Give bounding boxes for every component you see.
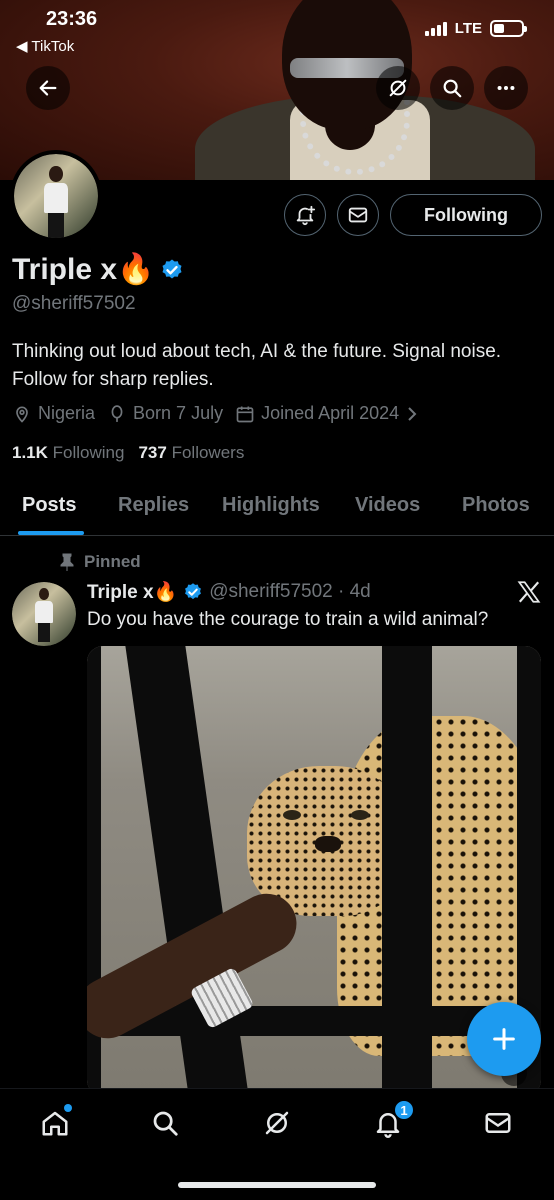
- notification-badge: 1: [393, 1099, 415, 1121]
- bell-plus-icon: [296, 205, 316, 226]
- following-button[interactable]: Following: [390, 194, 542, 236]
- x-logo-icon: [517, 581, 541, 603]
- post-author-name[interactable]: Triple x🔥: [87, 580, 177, 604]
- post-handle-time: @sheriff57502 · 4d: [209, 581, 371, 602]
- calendar-icon: [236, 406, 254, 422]
- born-text: Born 7 July: [133, 403, 224, 423]
- signal-icon: [424, 21, 447, 36]
- joined-text: Joined April 2024: [261, 403, 400, 423]
- network-label: LTE: [454, 20, 482, 37]
- message-button[interactable]: [337, 194, 379, 236]
- born-item: Born 7 July: [107, 403, 223, 424]
- compose-button[interactable]: [467, 1002, 541, 1076]
- post-avatar-person: [22, 588, 66, 642]
- back-to-app-link[interactable]: ◀ TikTok: [16, 37, 74, 55]
- more-icon: [497, 85, 515, 91]
- active-tab-indicator: [18, 531, 84, 535]
- profile-stats: 1.1K Following 737 Followers: [12, 443, 244, 463]
- verified-badge-icon: [185, 583, 202, 600]
- avatar-person: [26, 166, 86, 238]
- envelope-icon: [348, 207, 368, 223]
- back-button[interactable]: [26, 66, 70, 110]
- battery-icon: [490, 20, 527, 37]
- location-item: Nigeria: [12, 403, 95, 424]
- profile-name-text: Triple x🔥: [12, 253, 155, 286]
- nav-search[interactable]: [145, 1103, 185, 1143]
- location-pin-icon: [16, 406, 28, 423]
- profile-meta: Nigeria Born 7 July Joined April 2024: [12, 403, 419, 424]
- profile-bio: Thinking out loud about tech, AI & the f…: [12, 341, 502, 390]
- more-button[interactable]: [484, 66, 528, 110]
- tab-photos[interactable]: Photos: [462, 494, 530, 517]
- followers-stat[interactable]: 737 Followers: [138, 443, 244, 463]
- arrow-left-icon: [39, 80, 57, 96]
- profile-handle: @sheriff57502: [12, 293, 136, 314]
- plus-icon: [493, 1028, 515, 1050]
- pin-icon: [60, 553, 74, 571]
- tab-posts[interactable]: Posts: [22, 494, 76, 517]
- joined-item[interactable]: Joined April 2024: [235, 403, 419, 424]
- search-button[interactable]: [430, 66, 474, 110]
- status-indicators: LTE: [424, 20, 527, 37]
- post-text: Do you have the courage to train a wild …: [87, 609, 489, 630]
- tab-videos[interactable]: Videos: [355, 494, 420, 517]
- status-time: 23:36: [46, 8, 98, 30]
- nav-grok[interactable]: [257, 1103, 297, 1143]
- grok-icon: [265, 1111, 289, 1135]
- home-icon: [42, 1111, 68, 1136]
- notify-button[interactable]: [284, 194, 326, 236]
- pinned-text: Pinned: [84, 552, 141, 571]
- post-avatar[interactable]: [12, 582, 76, 646]
- search-icon: [443, 79, 462, 98]
- tab-replies[interactable]: Replies: [118, 494, 189, 517]
- home-indicator[interactable]: [178, 1182, 376, 1188]
- chevron-right-icon: [408, 406, 417, 421]
- grok-icon: [389, 79, 407, 97]
- search-icon: [153, 1111, 178, 1136]
- location-text: Nigeria: [38, 403, 96, 423]
- messages-icon: [485, 1113, 511, 1133]
- home-unread-dot: [64, 1104, 72, 1112]
- following-stat[interactable]: 1.1K Following: [12, 443, 124, 463]
- profile-tabs: Posts Replies Highlights Videos Photos: [0, 480, 554, 536]
- verified-badge-icon[interactable]: [160, 258, 184, 282]
- nav-messages[interactable]: [478, 1103, 518, 1143]
- profile-name: Triple x🔥: [12, 252, 184, 287]
- balloon-icon: [111, 404, 123, 422]
- grok-button[interactable]: [376, 66, 420, 110]
- profile-avatar[interactable]: [10, 150, 102, 242]
- post-header: Triple x🔥 @sheriff57502 · 4d: [87, 580, 371, 604]
- tab-highlights[interactable]: Highlights: [222, 494, 320, 517]
- pinned-label: Pinned: [60, 552, 141, 572]
